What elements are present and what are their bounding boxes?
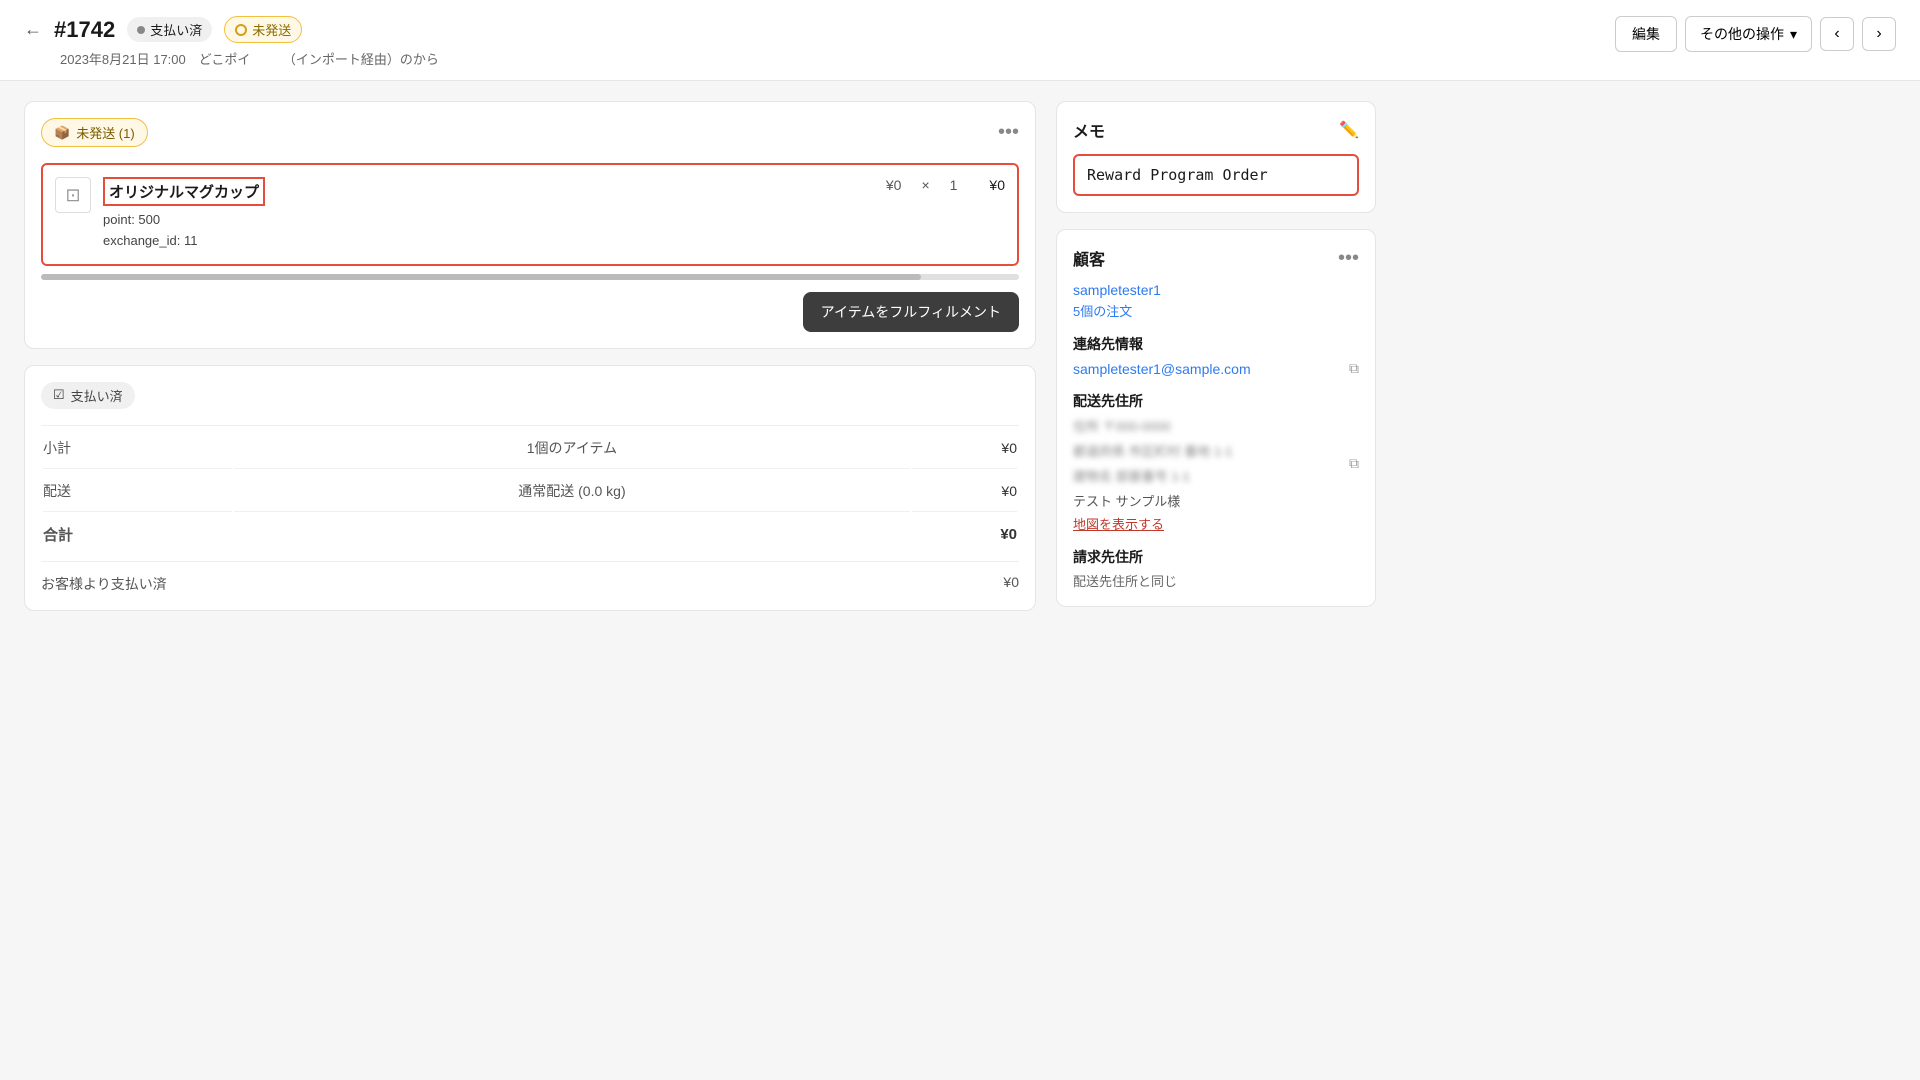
main-layout: 📦 未発送 (1) ••• ⊡ オリジナルマグカップ point: 500 ex… <box>0 81 1400 631</box>
box-icon: 📦 <box>54 125 70 141</box>
scroll-indicator <box>41 274 1019 280</box>
subtotal-label: 小計 <box>43 428 232 469</box>
total-amount: ¥0 <box>912 514 1017 555</box>
customer-more-icon[interactable]: ••• <box>1338 247 1359 270</box>
total-value <box>234 514 910 555</box>
address-line2: 都道府県 市区町村 番地 1-1 <box>1073 442 1233 463</box>
product-quantity: 1 <box>950 177 958 193</box>
more-actions-button[interactable]: その他の操作 ▾ <box>1685 16 1812 52</box>
memo-card: メモ ✏️ Reward Program Order <box>1056 101 1376 213</box>
address-name: テスト サンプル様 <box>1073 491 1233 510</box>
fulfillment-card-header: 📦 未発送 (1) ••• <box>41 118 1019 147</box>
product-total: ¥0 <box>989 177 1005 193</box>
shipping-section-title: 配送先住所 <box>1073 391 1359 411</box>
fulfillment-card: 📦 未発送 (1) ••• ⊡ オリジナルマグカップ point: 500 ex… <box>24 101 1036 349</box>
next-order-button[interactable]: › <box>1862 17 1896 51</box>
product-exchange-id: exchange_id: 11 <box>103 231 874 252</box>
shipping-address-row: 住所 〒000-0000 都道府県 市区町村 番地 1-1 建物名 部屋番号 1… <box>1073 417 1359 510</box>
customer-email-link[interactable]: sampletester1@sample.com <box>1073 361 1251 377</box>
contact-email-row: sampletester1@sample.com ⧉ <box>1073 360 1359 377</box>
address-line3: 建物名 部屋番号 1-1 <box>1073 467 1233 488</box>
shipping-amount: ¥0 <box>912 471 1017 512</box>
fulfill-button[interactable]: アイテムをフルフィルメント <box>803 292 1019 332</box>
memo-title: メモ <box>1073 118 1105 142</box>
subtotal-row: 小計 1個のアイテム ¥0 <box>43 428 1017 469</box>
left-column: 📦 未発送 (1) ••• ⊡ オリジナルマグカップ point: 500 ex… <box>24 101 1036 611</box>
fulfill-btn-row: アイテムをフルフィルメント <box>41 292 1019 332</box>
shipping-label: 配送 <box>43 471 232 512</box>
copy-email-icon[interactable]: ⧉ <box>1349 360 1359 377</box>
top-header: ← #1742 支払い済 未発送 2023年8月21日 17:00 どこポイ （… <box>0 0 1920 81</box>
order-subtitle: 2023年8月21日 17:00 どこポイ （インポート経由）のから <box>60 49 439 68</box>
memo-edit-icon[interactable]: ✏️ <box>1339 120 1359 140</box>
multiplier-label: × <box>921 177 929 193</box>
unfulfilled-card-badge: 📦 未発送 (1) <box>41 118 148 147</box>
product-name: オリジナルマグカップ <box>103 177 265 206</box>
right-column: メモ ✏️ Reward Program Order 顧客 ••• sample… <box>1056 101 1376 611</box>
shipping-row: 配送 通常配送 (0.0 kg) ¥0 <box>43 471 1017 512</box>
payment-badge-label: 支払い済 <box>71 386 123 405</box>
header-title-row: ← #1742 支払い済 未発送 <box>24 16 439 43</box>
customer-paid-label: お客様より支払い済 <box>41 574 167 594</box>
product-price: ¥0 <box>886 177 902 193</box>
product-row: ⊡ オリジナルマグカップ point: 500 exchange_id: 11 … <box>41 163 1019 266</box>
scroll-thumb <box>41 274 921 280</box>
chevron-down-icon: ▾ <box>1790 26 1797 43</box>
product-pricing: ¥0 × 1 <box>886 177 958 193</box>
product-image-icon: ⊡ <box>55 177 91 213</box>
fulfillment-more-icon[interactable]: ••• <box>998 121 1019 144</box>
contact-section-title: 連絡先情報 <box>1073 334 1359 354</box>
header-left: ← #1742 支払い済 未発送 2023年8月21日 17:00 どこポイ （… <box>24 16 439 68</box>
header-right: 編集 その他の操作 ▾ ‹ › <box>1615 16 1896 52</box>
billing-same-text: 配送先住所と同じ <box>1073 571 1359 590</box>
total-row: 合計 ¥0 <box>43 514 1017 555</box>
payment-card-header: ☑ 支払い済 <box>41 382 1019 409</box>
customer-card: 顧客 ••• sampletester1 5個の注文 連絡先情報 samplet… <box>1056 229 1376 607</box>
edit-button[interactable]: 編集 <box>1615 16 1677 52</box>
billing-section-title: 請求先住所 <box>1073 547 1359 567</box>
customer-header: 顧客 ••• <box>1073 246 1359 270</box>
order-number: #1742 <box>54 17 115 43</box>
unfulfilled-badge-label: 未発送 (1) <box>76 123 135 142</box>
payment-badge: ☑ 支払い済 <box>41 382 135 409</box>
prev-order-button[interactable]: ‹ <box>1820 17 1854 51</box>
copy-address-icon[interactable]: ⧉ <box>1349 455 1359 472</box>
unfulfilled-badge: 未発送 <box>224 16 302 43</box>
customer-paid-amount: ¥0 <box>1003 574 1019 594</box>
subtotal-value: 1個のアイテム <box>234 428 910 469</box>
address-line1: 住所 〒000-0000 <box>1073 417 1233 438</box>
back-arrow-icon[interactable]: ← <box>24 19 42 40</box>
customer-orders-link[interactable]: 5個の注文 <box>1073 301 1359 320</box>
map-link[interactable]: 地図を表示する <box>1073 514 1164 533</box>
product-point: point: 500 <box>103 210 874 231</box>
payment-table: 小計 1個のアイテム ¥0 配送 通常配送 (0.0 kg) ¥0 合計 ¥0 <box>41 425 1019 557</box>
shipping-address-block: 住所 〒000-0000 都道府県 市区町村 番地 1-1 建物名 部屋番号 1… <box>1073 417 1233 510</box>
customer-paid-row: お客様より支払い済 ¥0 <box>41 561 1019 594</box>
image-placeholder-icon: ⊡ <box>65 185 80 206</box>
subtotal-amount: ¥0 <box>912 428 1017 469</box>
customer-title: 顧客 <box>1073 246 1105 270</box>
more-actions-label: その他の操作 <box>1700 24 1784 44</box>
payment-card: ☑ 支払い済 小計 1個のアイテム ¥0 配送 通常配送 (0.0 kg) ¥0 <box>24 365 1036 611</box>
check-icon: ☑ <box>53 387 65 403</box>
customer-name-link[interactable]: sampletester1 <box>1073 282 1161 298</box>
total-label: 合計 <box>43 514 232 555</box>
memo-content: Reward Program Order <box>1073 154 1359 196</box>
memo-header: メモ ✏️ <box>1073 118 1359 142</box>
paid-badge: 支払い済 <box>127 17 212 42</box>
product-meta: point: 500 exchange_id: 11 <box>103 210 874 252</box>
product-info: オリジナルマグカップ point: 500 exchange_id: 11 <box>103 177 874 252</box>
shipping-value: 通常配送 (0.0 kg) <box>234 471 910 512</box>
